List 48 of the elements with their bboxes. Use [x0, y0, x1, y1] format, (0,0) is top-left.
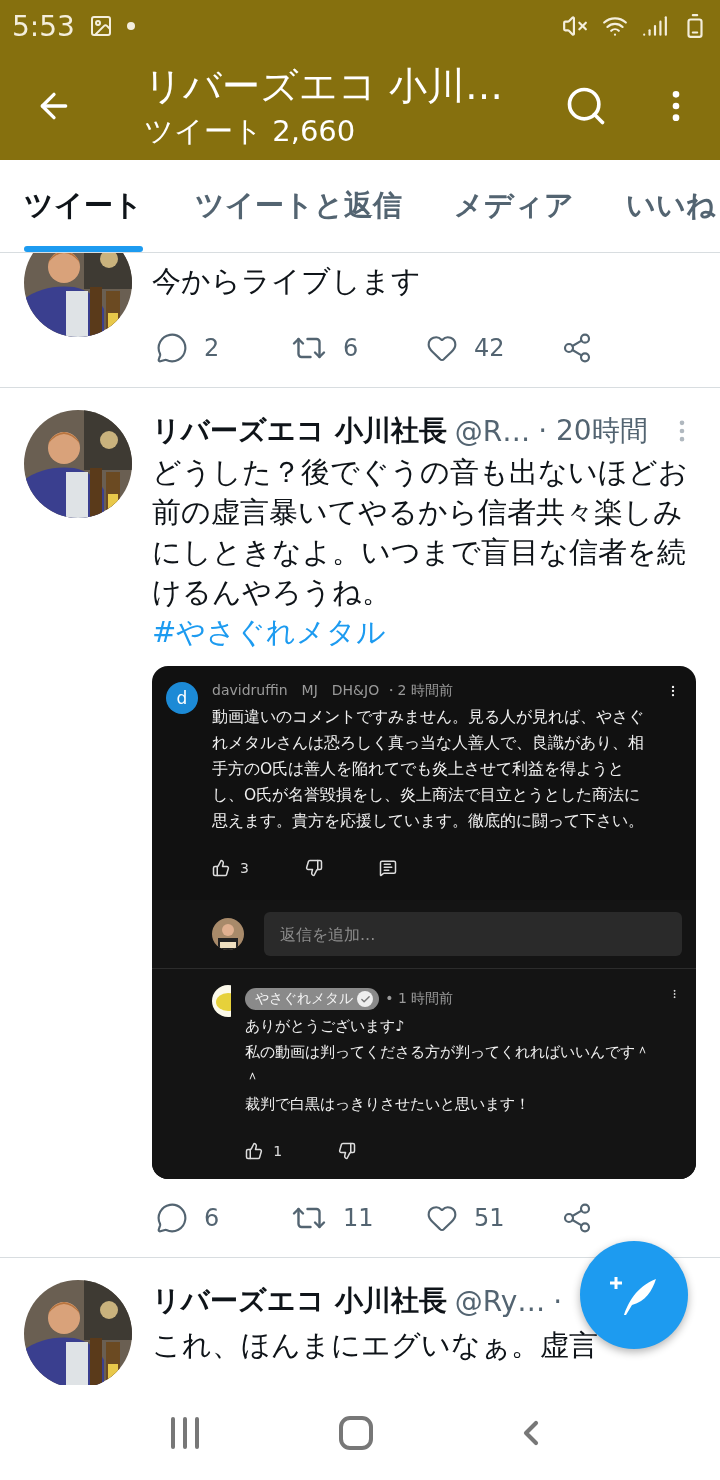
reply-field[interactable]: 返信を追加... [264, 912, 682, 956]
comment-text: 動画違いのコメントですみません。見る人が見れば、やさぐれメタルさんは恐ろしく真っ当な人善人で、良識があり、相手方のO氏は善人を陥れてでも炎上させて利益を得ようとし、O氏が名誉毀損をし、炎上商法で目立とうとした商法に思えます。貴方を応援しています。徹底的に闘って下さい。 [212, 707, 645, 832]
user-handle: @R… [454, 414, 531, 448]
notification-dot-icon [126, 22, 135, 30]
profile-tab[interactable]: メディア [454, 160, 574, 252]
comment-author: davidruffin MJ DH&JO ・2 時間前 [212, 682, 454, 700]
tweet-time: · 20時間 [538, 413, 648, 449]
user-handle: @Ry… [454, 1284, 546, 1318]
retweet-count: 11 [343, 1204, 374, 1232]
reply-count: 2 [204, 334, 220, 362]
signal-icon [642, 13, 668, 39]
tweet-time: · [553, 1284, 563, 1318]
profile-tab[interactable]: いいね [626, 160, 716, 252]
image-icon [88, 14, 113, 38]
reply-icon[interactable] [156, 1202, 188, 1234]
reply-text: ありがとうございます♪ [245, 1016, 406, 1037]
reply-text: 私の動画は判ってくださる方が判ってくれればいいんです＾＾ [245, 1042, 652, 1089]
tweet-text: これ、ほんまにエグいなぁ。虚言 [152, 1327, 599, 1364]
like-count: 42 [474, 334, 505, 362]
status-time: 5:53 [12, 9, 75, 43]
like-count: 51 [474, 1204, 505, 1232]
thumbs-up-icon[interactable] [245, 1142, 264, 1160]
thumbs-down-icon[interactable] [338, 1142, 357, 1160]
tweet-text: どうした？後でぐうの音も出ないほどお前の虚言暴いてやるから信者共々楽しみにしときなよ。いつまで盲目な信者を続けるんやろうね。 [152, 454, 689, 611]
thumbs-down-icon[interactable] [304, 859, 323, 877]
like-count: 3 [240, 860, 249, 876]
user-name[interactable]: リバーズエコ 小川社長 [152, 412, 447, 450]
thumbs-up-icon[interactable] [212, 859, 230, 877]
channel-name[interactable]: やさぐれメタル [245, 988, 380, 1010]
tweet-count: ツイート 2,660 [144, 112, 357, 150]
home-icon[interactable] [339, 1415, 373, 1450]
reply-icon[interactable] [156, 332, 188, 364]
user-avatar: d [166, 682, 198, 714]
profile-name: リバーズエコ 小川… [144, 62, 505, 110]
retweet-count: 6 [343, 334, 359, 362]
reply-count: 6 [204, 1204, 220, 1232]
profile-tab[interactable]: ツイートと返信 [195, 160, 402, 252]
profile-tab[interactable]: ツイート [24, 160, 143, 252]
recent-apps-icon[interactable] [169, 1415, 201, 1450]
share-icon[interactable] [561, 332, 593, 364]
mute-icon [562, 13, 588, 39]
channel-avatar [212, 985, 232, 1017]
like-count: 1 [273, 1143, 283, 1159]
reply-time: • 1 時間前 [385, 990, 454, 1008]
user-name[interactable]: リバーズエコ 小川社長 [152, 1282, 447, 1320]
share-icon[interactable] [561, 1202, 593, 1234]
tweet-text: 今からライブします [152, 263, 422, 300]
reply-text: 裁判で白黒はっきりさせたいと思います！ [245, 1094, 532, 1115]
